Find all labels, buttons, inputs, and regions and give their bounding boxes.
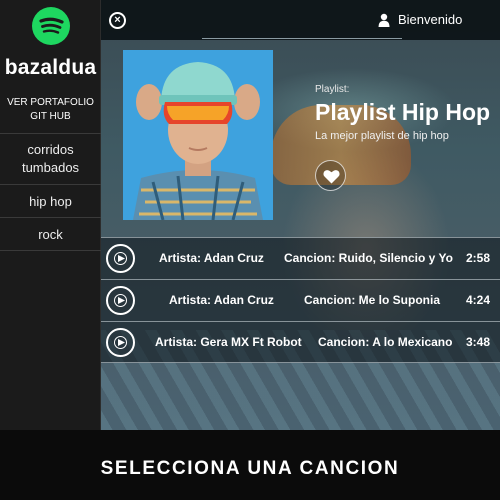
caption-text: SELECCIONA UNA CANCION xyxy=(100,458,400,479)
sidebar-item-hip-hop[interactable]: hip hop xyxy=(0,184,101,217)
playlist-description: La mejor playlist de hip hop xyxy=(315,130,449,142)
sidebar: bazaldua VER PORTAFOLIO GIT HUB corridos… xyxy=(0,0,101,430)
sidebar-links: VER PORTAFOLIO GIT HUB xyxy=(0,96,101,124)
play-button[interactable] xyxy=(106,244,135,273)
play-icon xyxy=(114,336,127,349)
track-artist: Artista: Adan Cruz xyxy=(169,293,274,307)
spotify-icon[interactable] xyxy=(32,7,70,45)
sidebar-item-rock[interactable]: rock xyxy=(0,217,101,251)
welcome-text: Bienvenido xyxy=(398,12,463,27)
track-duration: 2:58 xyxy=(466,251,491,265)
track-song: Cancion: Ruido, Silencio y Yo xyxy=(284,251,453,265)
playlist-panel: × Bienvenido Playlist: Playlist Hip Hop … xyxy=(101,0,500,430)
like-button[interactable] xyxy=(315,160,346,191)
play-button[interactable] xyxy=(106,328,135,357)
track-duration: 4:24 xyxy=(466,293,491,307)
portfolio-link[interactable]: VER PORTAFOLIO xyxy=(0,96,101,110)
track-row[interactable]: Artista: Adan Cruz Cancion: Ruido, Silen… xyxy=(101,237,500,279)
playlist-title: Playlist Hip Hop xyxy=(315,99,491,125)
playlist-cover xyxy=(123,50,273,220)
github-link[interactable]: GIT HUB xyxy=(0,110,101,124)
playlist-label: Playlist: xyxy=(315,84,350,95)
track-artist: Artista: Gera MX Ft Robot xyxy=(155,335,302,349)
divider xyxy=(202,38,402,39)
track-song: Cancion: A lo Mexicano xyxy=(318,335,453,349)
play-icon xyxy=(114,252,127,265)
sidebar-item-corridos-tumbados[interactable]: corridos tumbados xyxy=(0,133,101,184)
track-row[interactable]: Artista: Gera MX Ft Robot Cancion: A lo … xyxy=(101,321,500,363)
track-song: Cancion: Me lo Suponia xyxy=(304,293,441,307)
heart-icon xyxy=(323,170,340,184)
track-artist: Artista: Adan Cruz xyxy=(159,251,264,265)
caption-bar: SELECCIONA UNA CANCION xyxy=(0,430,500,500)
close-circle-icon[interactable]: × xyxy=(109,12,126,29)
brand-name: bazaldua xyxy=(4,56,97,79)
track-list: Artista: Adan Cruz Cancion: Ruido, Silen… xyxy=(101,237,500,363)
track-row[interactable]: Artista: Adan Cruz Cancion: Me lo Suponi… xyxy=(101,279,500,321)
user-icon xyxy=(378,13,390,27)
track-duration: 3:48 xyxy=(466,335,491,349)
play-icon xyxy=(114,294,127,307)
play-button[interactable] xyxy=(106,286,135,315)
